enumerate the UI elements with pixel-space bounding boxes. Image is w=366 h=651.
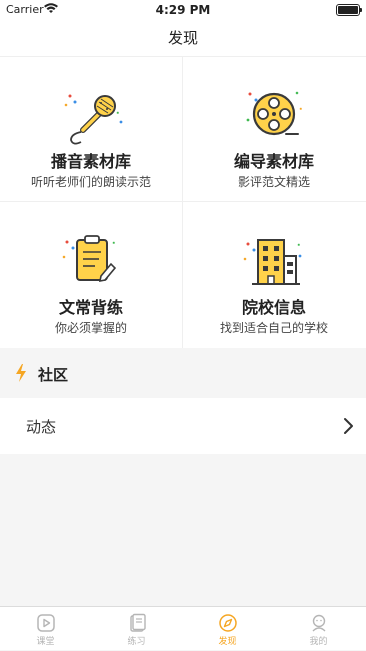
tab-label: 发现	[218, 637, 237, 647]
card-subtitle: 你必须掌握的	[54, 321, 127, 335]
compass-icon	[219, 614, 237, 632]
card-title: 文常背练	[58, 298, 123, 317]
feature-grid: 播音素材库 听听老师们的朗读示范 编导素材库 影评范文精选 文常背练 你必须掌握…	[0, 56, 366, 348]
tab-label: 练习	[127, 637, 146, 647]
card-subtitle: 听听老师们的朗读示范	[30, 175, 151, 189]
tab-discover[interactable]: 发现	[182, 607, 273, 651]
building-icon	[243, 239, 302, 285]
tab-bar: 课堂 练习 发现 我的	[0, 606, 366, 650]
card-school-info[interactable]: 院校信息 找到适合自己的学校	[183, 202, 365, 347]
play-square-icon	[37, 614, 55, 632]
card-broadcast-library[interactable]: 播音素材库 听听老师们的朗读示范	[0, 56, 182, 201]
microphone-icon	[64, 94, 123, 145]
person-icon	[312, 614, 326, 632]
notebook-icon	[130, 613, 146, 632]
community-feed-row[interactable]: 动态	[0, 398, 366, 454]
card-title: 院校信息	[241, 298, 306, 317]
lightning-icon	[16, 364, 26, 382]
section-title: 社区	[38, 366, 69, 384]
tab-practice[interactable]: 练习	[91, 607, 182, 651]
card-director-library[interactable]: 编导素材库 影评范文精选	[183, 56, 365, 201]
page-title: 发现	[0, 20, 366, 56]
tab-label: 课堂	[36, 637, 55, 647]
card-subtitle: 影评范文精选	[237, 175, 310, 189]
card-title: 播音素材库	[50, 152, 131, 171]
status-bar: Carrier 4:29 PM	[0, 0, 366, 20]
tab-profile[interactable]: 我的	[273, 607, 364, 651]
tab-label: 我的	[309, 637, 328, 647]
row-label: 动态	[26, 418, 57, 436]
clipboard-icon	[62, 235, 117, 283]
card-subtitle: 找到适合自己的学校	[219, 321, 328, 335]
community-section-header: 社区	[0, 348, 366, 398]
chevron-right-icon	[344, 418, 353, 434]
card-title: 编导素材库	[233, 152, 314, 171]
card-literature-practice[interactable]: 文常背练 你必须掌握的	[0, 202, 182, 347]
battery-icon	[336, 4, 362, 16]
status-time: 4:29 PM	[155, 3, 211, 17]
film-reel-icon	[246, 91, 302, 136]
tab-classroom[interactable]: 课堂	[0, 607, 91, 651]
